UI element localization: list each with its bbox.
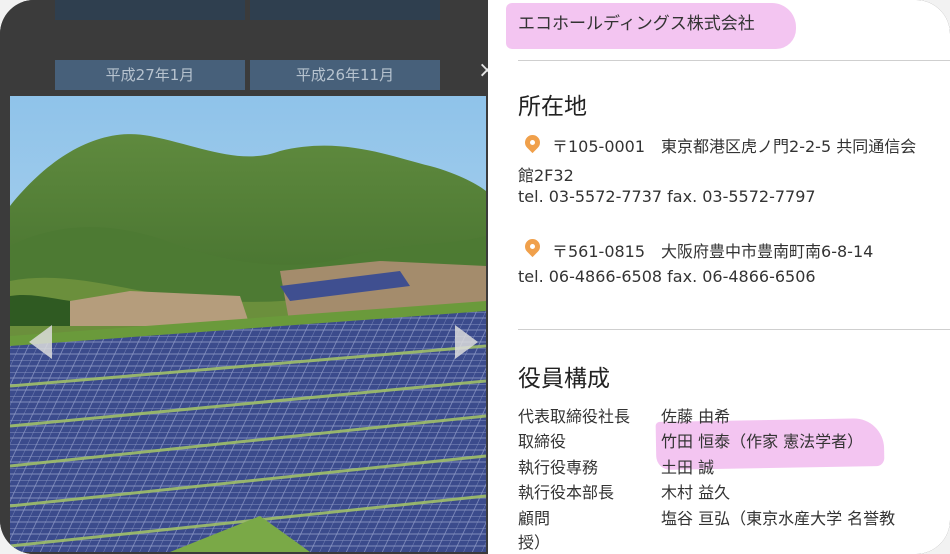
officer-role: 執行役専務 — [518, 458, 599, 477]
officer-name-continuation: 授） — [518, 533, 551, 552]
gallery-thumbnail-jan-2015[interactable]: 平成27年1月 — [55, 60, 245, 90]
officer-name: 土田 誠 — [661, 458, 715, 477]
thumbnail-label: 平成27年1月 — [105, 66, 195, 84]
office2-phone-fax: tel. 06-4866-6508 fax. 06-4866-6506 — [518, 267, 816, 286]
gallery-thumbnail-top-1[interactable] — [55, 0, 245, 20]
screen-frame: 平成27年1月 平成26年11月 × — [0, 0, 950, 554]
office2-address-line1: 〒561-0815 大阪府豊中市豊南町南6-8-14 — [552, 242, 874, 261]
previous-arrow-icon[interactable] — [29, 325, 52, 359]
office1-phone-fax: tel. 03-5572-7737 fax. 03-5572-7797 — [518, 187, 816, 206]
company-info-panel: エコホールディングス株式会社 所在地 〒105-0001 東京都港区虎ノ門2-2… — [488, 0, 950, 554]
gallery-thumbnail-top-2[interactable] — [250, 0, 440, 20]
company-name: エコホールディングス株式会社 — [518, 14, 755, 34]
officer-role: 執行役本部長 — [518, 483, 615, 502]
map-pin-icon — [521, 235, 544, 258]
officer-name: 佐藤 由希 — [661, 407, 731, 426]
office1-address-line1: 〒105-0001 東京都港区虎ノ門2-2-5 共同通信会 — [552, 137, 917, 156]
thumbnail-label: 平成26年11月 — [295, 66, 395, 84]
officer-role: 顧問 — [518, 509, 551, 528]
lightbox-pane: 平成27年1月 平成26年11月 × — [0, 0, 496, 554]
office1-address-line2: 館2F32 — [518, 166, 574, 185]
officer-name: 竹田 恒泰（作家 憲法学者） — [661, 432, 864, 451]
solar-farm-photo — [10, 96, 486, 552]
officer-name: 塩谷 亘弘（東京水産大学 名誉教 — [661, 509, 896, 528]
officers-title: 役員構成 — [518, 366, 610, 392]
gallery-thumbnail-nov-2014[interactable]: 平成26年11月 — [250, 60, 440, 90]
officer-role: 代表取締役社長 — [518, 407, 631, 426]
location-title: 所在地 — [518, 94, 587, 120]
officer-name: 木村 益久 — [661, 483, 731, 502]
map-pin-icon — [521, 131, 544, 154]
divider — [518, 329, 950, 330]
next-arrow-icon[interactable] — [455, 325, 478, 359]
divider — [518, 60, 950, 61]
officer-role: 取締役 — [518, 432, 567, 451]
